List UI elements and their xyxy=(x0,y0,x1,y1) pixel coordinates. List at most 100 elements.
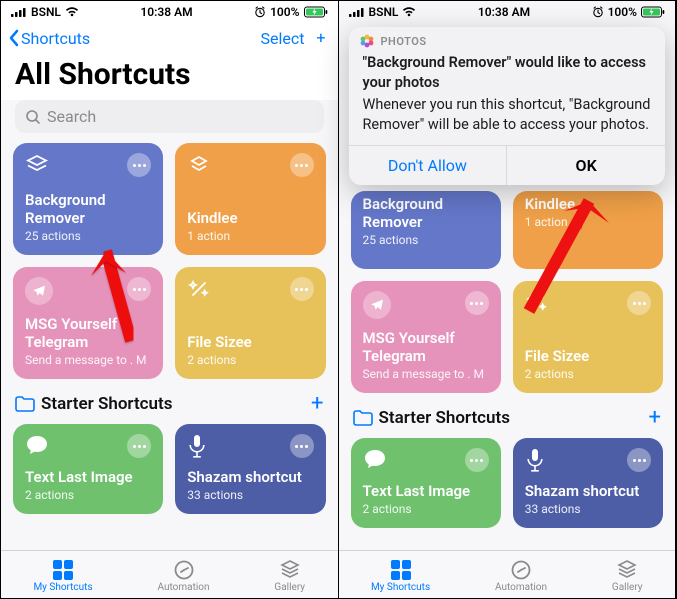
card-background-remover[interactable]: Background Remover 25 actions xyxy=(351,191,501,269)
tab-bar: My Shortcuts Automation Gallery xyxy=(1,550,338,598)
card-title: Shazam shortcut xyxy=(525,482,651,500)
speech-icon xyxy=(25,434,49,456)
photos-app-icon xyxy=(359,33,375,49)
card-more-button[interactable] xyxy=(465,448,489,472)
carrier-label: BSNL xyxy=(31,5,61,19)
card-sub: Send a message to . M xyxy=(363,367,489,381)
card-kindlee[interactable]: Kindlee 1 action xyxy=(175,143,325,255)
card-title: MSG Yourself Telegram xyxy=(363,329,489,365)
dialog-body: Whenever you run this shortcut, "Backgro… xyxy=(363,96,651,133)
chevron-left-icon xyxy=(7,29,21,47)
back-button[interactable]: Shortcuts xyxy=(7,29,90,48)
search-icon xyxy=(25,109,41,125)
card-more-button[interactable] xyxy=(127,277,151,301)
mic-icon xyxy=(525,448,545,472)
section-starter-shortcuts[interactable]: Starter Shortcuts + xyxy=(351,393,664,438)
card-title: Background Remover xyxy=(363,195,489,231)
speech-icon xyxy=(363,448,387,470)
battery-pct: 100% xyxy=(608,5,637,19)
card-msg-telegram[interactable]: MSG Yourself Telegram Send a message to … xyxy=(13,267,163,379)
search-input[interactable]: Search xyxy=(15,100,324,133)
search-placeholder: Search xyxy=(47,107,96,126)
grid-icon xyxy=(390,559,412,581)
clock-label: 10:38 AM xyxy=(478,5,530,19)
section-label: Starter Shortcuts xyxy=(41,394,172,414)
ok-button[interactable]: OK xyxy=(507,146,665,185)
status-bar: BSNL 10:38 AM 100% xyxy=(1,1,338,21)
card-more-button[interactable] xyxy=(127,434,151,458)
page-title: All Shortcuts xyxy=(1,55,338,100)
tab-gallery[interactable]: Gallery xyxy=(274,559,305,593)
clock-label: 10:38 AM xyxy=(140,5,192,19)
tab-label: Automation xyxy=(158,582,210,593)
folder-icon xyxy=(353,410,373,426)
telegram-icon xyxy=(363,291,391,319)
card-file-sizee[interactable]: File Sizee 2 actions xyxy=(175,267,325,379)
card-shazam-shortcut[interactable]: Shazam shortcut 33 actions xyxy=(513,438,663,528)
card-title: Shazam shortcut xyxy=(187,468,313,486)
card-msg-telegram[interactable]: MSG Yourself Telegram Send a message to … xyxy=(351,281,501,393)
card-sub: 33 actions xyxy=(187,488,313,502)
card-sub: 2 actions xyxy=(525,367,651,381)
card-sub: 33 actions xyxy=(525,502,651,516)
card-more-button[interactable] xyxy=(290,277,314,301)
shortcuts-icon xyxy=(187,153,211,177)
mic-icon xyxy=(187,434,207,458)
section-label: Starter Shortcuts xyxy=(379,408,510,428)
automation-icon xyxy=(510,559,532,581)
tab-gallery[interactable]: Gallery xyxy=(612,559,643,593)
battery-pct: 100% xyxy=(270,5,299,19)
card-more-button[interactable] xyxy=(127,153,151,177)
tab-my-shortcuts[interactable]: My Shortcuts xyxy=(371,559,430,593)
gallery-icon xyxy=(616,559,638,581)
battery-icon xyxy=(304,6,328,18)
alarm-icon xyxy=(592,6,604,18)
card-more-button[interactable] xyxy=(290,153,314,177)
section-add-button[interactable]: + xyxy=(649,405,661,430)
folder-icon xyxy=(15,396,35,412)
card-file-sizee[interactable]: File Sizee 2 actions xyxy=(513,281,663,393)
card-more-button[interactable] xyxy=(627,448,651,472)
tab-bar: My Shortcuts Automation Gallery xyxy=(339,550,676,598)
tab-my-shortcuts[interactable]: My Shortcuts xyxy=(33,559,92,593)
select-button[interactable]: Select xyxy=(260,29,304,48)
layers-icon xyxy=(25,153,49,177)
add-shortcut-button[interactable]: + xyxy=(316,30,325,46)
gallery-icon xyxy=(279,559,301,581)
automation-icon xyxy=(173,559,195,581)
card-text-last-image[interactable]: Text Last Image 2 actions xyxy=(351,438,501,528)
phone-right: BSNL 10:38 AM 100% Background Remover 25… xyxy=(339,1,677,598)
section-starter-shortcuts[interactable]: Starter Shortcuts + xyxy=(13,379,326,424)
card-title: Background Remover xyxy=(25,191,151,227)
tab-label: My Shortcuts xyxy=(33,582,92,593)
card-text-last-image[interactable]: Text Last Image 2 actions xyxy=(13,424,163,514)
phone-left: BSNL 10:38 AM 100% Shortcuts Select + Al… xyxy=(1,1,339,598)
card-sub: 2 actions xyxy=(25,488,151,502)
tab-automation[interactable]: Automation xyxy=(495,559,547,593)
dialog-app-label: PHOTOS xyxy=(381,35,427,48)
card-background-remover[interactable]: Background Remover 25 actions xyxy=(13,143,163,255)
card-more-button[interactable] xyxy=(290,434,314,458)
tab-automation[interactable]: Automation xyxy=(158,559,210,593)
card-more-button[interactable] xyxy=(627,291,651,315)
card-title: Text Last Image xyxy=(25,468,151,486)
card-more-button[interactable] xyxy=(465,291,489,315)
card-title: File Sizee xyxy=(187,333,313,351)
status-bar: BSNL 10:38 AM 100% xyxy=(339,1,676,21)
tab-label: Gallery xyxy=(612,582,643,593)
carrier-label: BSNL xyxy=(369,5,399,19)
tab-label: My Shortcuts xyxy=(371,582,430,593)
signal-icon xyxy=(349,7,365,17)
card-title: MSG Yourself Telegram xyxy=(25,315,151,351)
shortcuts-grid: Background Remover 25 actions Kindlee 1 … xyxy=(1,143,338,520)
card-sub: 25 actions xyxy=(25,229,151,243)
card-sub: Send a message to . M xyxy=(25,353,151,367)
dont-allow-button[interactable]: Don't Allow xyxy=(349,146,508,185)
card-kindlee[interactable]: Kindlee 1 action xyxy=(513,191,663,269)
card-sub: 2 actions xyxy=(187,353,313,367)
telegram-icon xyxy=(25,277,53,305)
section-add-button[interactable]: + xyxy=(311,391,323,416)
permission-dialog: PHOTOS "Background Remover" would like t… xyxy=(349,27,666,185)
grid-icon xyxy=(52,559,74,581)
card-shazam-shortcut[interactable]: Shazam shortcut 33 actions xyxy=(175,424,325,514)
